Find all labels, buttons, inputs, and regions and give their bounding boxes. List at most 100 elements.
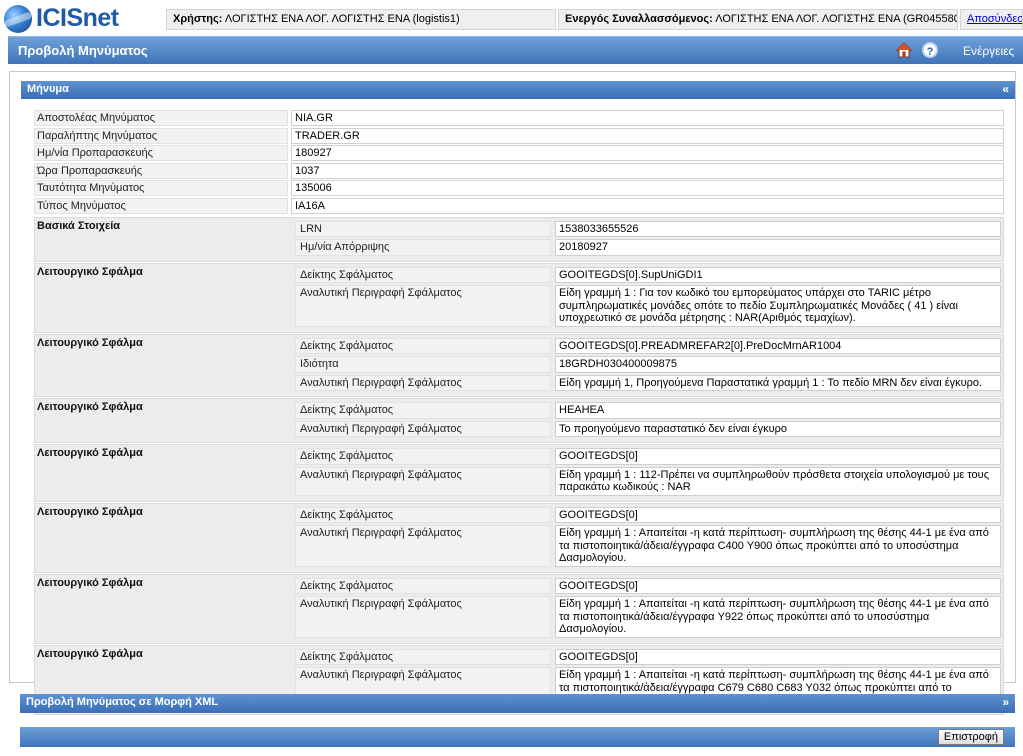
- sub-row: Ιδιότητα 18GRDH030400009875: [295, 356, 1003, 373]
- message-section-title: Μήνυμα: [27, 83, 69, 95]
- sub-row: Ημ/νία Απόρριψης 20180927: [295, 239, 1003, 256]
- group-label: Βασικά Στοιχεία: [37, 219, 121, 232]
- group-label: Λειτουργικό Σφάλμα: [37, 401, 143, 414]
- group-label: Λειτουργικό Σφάλμα: [37, 647, 143, 660]
- user-value: ΛΟΓΙΣΤΗΣ ΕΝΑ ΛΟΓ. ΛΟΓΙΣΤΗΣ ΕΝΑ (logistis…: [224, 13, 460, 25]
- sub-row: Αναλυτική Περιγραφή Σφάλματος Είδη γραμμ…: [295, 525, 1003, 567]
- home-icon[interactable]: [896, 42, 912, 58]
- sub-value: GOOITEGDS[0].PREADMREFAR2[0].PreDocMrnAR…: [555, 337, 1001, 355]
- field-label: Αποστολέας Μηνύματος: [34, 110, 288, 126]
- sub-label: Δείκτης Σφάλματος: [295, 266, 551, 284]
- field-value: 135006: [291, 180, 1004, 197]
- group-label: Λειτουργικό Σφάλμα: [37, 336, 143, 349]
- field-row: Αποστολέας Μηνύματος NIA.GR: [34, 110, 1004, 128]
- sub-value: Είδη γραμμή 1 : Απαιτείται -η κατά περίπ…: [555, 525, 1001, 567]
- sub-value: Το προηγούμενο παραστατικό δεν είναι έγκ…: [555, 420, 1001, 438]
- sub-row: Αναλυτική Περιγραφή Σφάλματος Το προηγού…: [295, 420, 1003, 438]
- sub-label: Δείκτης Σφάλματος: [295, 648, 551, 666]
- active-party-info: Ενεργός Συναλλασσόμενος: ΛΟΓΙΣΤΗΣ ΕΝΑ ΛΟ…: [558, 9, 958, 30]
- sub-label: Αναλυτική Περιγραφή Σφάλματος: [295, 285, 551, 327]
- sub-value: Είδη γραμμή 1 : Για τον κωδικό του εμπορ…: [555, 285, 1001, 327]
- active-party-label: Ενεργός Συναλλασσόμενος:: [565, 13, 713, 25]
- sub-value: 18GRDH030400009875: [555, 356, 1001, 373]
- sub-label: Δείκτης Σφάλματος: [295, 337, 551, 355]
- sub-label: Δείκτης Σφάλματος: [295, 448, 551, 465]
- sub-row: Αναλυτική Περιγραφή Σφάλματος Είδη γραμμ…: [295, 466, 1003, 496]
- sub-value: GOOITEGDS[0]: [555, 506, 1001, 524]
- sub-value: 1538033655526: [555, 220, 1001, 238]
- message-section-header[interactable]: Μήνυμα «: [21, 81, 1015, 99]
- field-label: Τύπος Μηνύματος: [34, 197, 288, 214]
- logout-link[interactable]: Αποσύνδεση: [967, 13, 1022, 25]
- sub-value: Είδη γραμμή 1 : 112-Πρέπει να συμπληρωθο…: [555, 466, 1001, 496]
- user-info: Χρήστης: ΛΟΓΙΣΤΗΣ ΕΝΑ ΛΟΓ. ΛΟΓΙΣΤΗΣ ΕΝΑ …: [166, 9, 556, 30]
- xml-view-section-header[interactable]: Προβολή Μηνύματος σε Μορφή XML »: [20, 694, 1015, 713]
- field-value: TRADER.GR: [291, 127, 1004, 144]
- functional-error-group: Λειτουργικό Σφάλμα Δείκτης Σφάλματος HEA…: [34, 398, 1004, 444]
- collapse-icon[interactable]: «: [1002, 82, 1009, 96]
- field-row: Ταυτότητα Μηνύματος 135006: [34, 180, 1004, 198]
- sub-label: Αναλυτική Περιγραφή Σφάλματος: [295, 596, 551, 638]
- sub-label: Αναλυτική Περιγραφή Σφάλματος: [295, 525, 551, 567]
- field-row: Ώρα Προπαρασκευής 1037: [34, 162, 1004, 181]
- sub-value: Είδη γραμμή 1, Προηγούμενα Παραστατικά γ…: [555, 374, 1001, 392]
- expand-icon[interactable]: »: [1002, 695, 1009, 709]
- functional-error-group: Λειτουργικό Σφάλμα Δείκτης Σφάλματος GOO…: [34, 502, 1004, 573]
- sub-label: Αναλυτική Περιγραφή Σφάλματος: [295, 466, 551, 496]
- return-button[interactable]: Επιστροφή: [938, 729, 1004, 745]
- sub-label: Ημ/νία Απόρριψης: [295, 239, 551, 256]
- field-row: Παραλήπτης Μηνύματος TRADER.GR: [34, 127, 1004, 146]
- sub-row: Δείκτης Σφάλματος GOOITEGDS[0].PREADMREF…: [295, 337, 1003, 355]
- user-label: Χρήστης:: [173, 13, 223, 25]
- sub-value: GOOITEGDS[0]: [555, 577, 1001, 595]
- page-title-bar: Προβολή Μηνύματος ? Ενέργειες: [8, 36, 1023, 64]
- sub-value: 20180927: [555, 239, 1001, 256]
- sub-value: HEAHEA: [555, 402, 1001, 419]
- basic-data-group: Βασικά Στοιχεία LRN 1538033655526 Ημ/νία…: [34, 216, 1004, 262]
- logo-text: ICISnet: [36, 4, 119, 32]
- active-party-value: ΛΟΓΙΣΤΗΣ ΕΝΑ ΛΟΓ. ΛΟΓΙΣΤΗΣ ΕΝΑ (GR045580…: [715, 13, 958, 25]
- sub-value: GOOITEGDS[0]: [555, 648, 1001, 666]
- sub-row: Αναλυτική Περιγραφή Σφάλματος Είδη γραμμ…: [295, 596, 1003, 638]
- sub-value: GOOITEGDS[0].SupUniGDI1: [555, 266, 1001, 284]
- actions-menu[interactable]: Ενέργειες: [963, 44, 1014, 58]
- field-value: 180927: [291, 145, 1004, 162]
- functional-error-group: Λειτουργικό Σφάλμα Δείκτης Σφάλματος GOO…: [34, 262, 1004, 333]
- top-header: ICISnet Χρήστης: ΛΟΓΙΣΤΗΣ ΕΝΑ ΛΟΓ. ΛΟΓΙΣ…: [0, 0, 1023, 36]
- logout-cell: Αποσύνδεση: [960, 9, 1023, 30]
- sub-label: Αναλυτική Περιγραφή Σφάλματος: [295, 420, 551, 438]
- sub-row: Δείκτης Σφάλματος GOOITEGDS[0]: [295, 448, 1003, 465]
- group-label: Λειτουργικό Σφάλμα: [37, 576, 143, 589]
- icisnet-logo: ICISnet: [2, 3, 142, 33]
- group-label: Λειτουργικό Σφάλμα: [37, 265, 143, 278]
- footer-bar: [20, 727, 1015, 747]
- sub-label: Δείκτης Σφάλματος: [295, 577, 551, 595]
- globe-icon: [3, 5, 33, 33]
- sub-label: Δείκτης Σφάλματος: [295, 506, 551, 524]
- group-label: Λειτουργικό Σφάλμα: [37, 447, 143, 460]
- sub-row: Δείκτης Σφάλματος GOOITEGDS[0]: [295, 506, 1003, 524]
- field-value: IA16A: [291, 197, 1004, 214]
- sub-label: Αναλυτική Περιγραφή Σφάλματος: [295, 374, 551, 392]
- sub-value: Είδη γραμμή 1 : Απαιτείται -η κατά περίπ…: [555, 596, 1001, 638]
- sub-row: Δείκτης Σφάλματος GOOITEGDS[0]: [295, 577, 1003, 595]
- message-panel: Μήνυμα « Αποστολέας Μηνύματος NIA.GR Παρ…: [9, 71, 1016, 715]
- field-label: Ταυτότητα Μηνύματος: [34, 180, 288, 197]
- sub-row: Δείκτης Σφάλματος GOOITEGDS[0]: [295, 648, 1003, 666]
- field-label: Ώρα Προπαρασκευής: [34, 162, 288, 179]
- functional-error-group: Λειτουργικό Σφάλμα Δείκτης Σφάλματος GOO…: [34, 333, 1004, 398]
- sub-value: GOOITEGDS[0]: [555, 448, 1001, 465]
- sub-row: Αναλυτική Περιγραφή Σφάλματος Είδη γραμμ…: [295, 285, 1003, 327]
- field-label: Ημ/νία Προπαρασκευής: [34, 145, 288, 162]
- field-value: NIA.GR: [291, 110, 1004, 126]
- sub-label: LRN: [295, 220, 551, 238]
- help-icon[interactable]: ?: [922, 42, 938, 58]
- field-row: Τύπος Μηνύματος IA16A: [34, 197, 1004, 216]
- field-row: Ημ/νία Προπαρασκευής 180927: [34, 145, 1004, 163]
- functional-error-group: Λειτουργικό Σφάλμα Δείκτης Σφάλματος GOO…: [34, 444, 1004, 502]
- message-details: Αποστολέας Μηνύματος NIA.GR Παραλήπτης Μ…: [34, 110, 1004, 715]
- functional-error-group: Λειτουργικό Σφάλμα Δείκτης Σφάλματος GOO…: [34, 573, 1004, 644]
- sub-row: Αναλυτική Περιγραφή Σφάλματος Είδη γραμμ…: [295, 374, 1003, 392]
- sub-row: Δείκτης Σφάλματος GOOITEGDS[0].SupUniGDI…: [295, 266, 1003, 284]
- sub-row: LRN 1538033655526: [295, 220, 1003, 238]
